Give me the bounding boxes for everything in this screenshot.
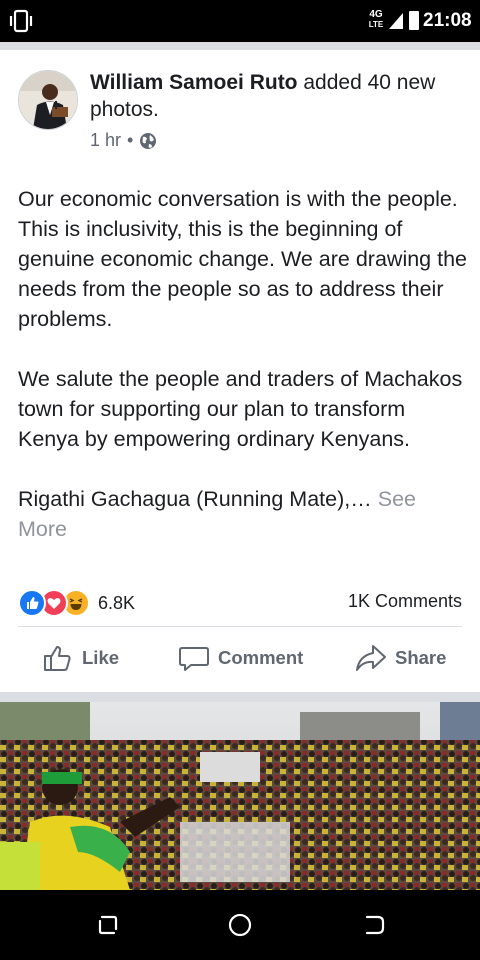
signal-icon [389, 13, 403, 29]
comment-button[interactable]: Comment [178, 642, 303, 674]
back-icon[interactable] [361, 912, 387, 938]
post-actions: Like Comment Share [0, 636, 480, 684]
post-truncated: Rigathi Gachagua (Running Mate),… See Mo… [18, 484, 468, 544]
thumbs-up-icon [44, 646, 71, 671]
feed-divider [0, 692, 480, 702]
post-header: William Samoei Ruto added 40 new photos.… [0, 50, 480, 170]
share-label: Share [395, 647, 447, 668]
post-meta: 1 hr • [90, 130, 157, 151]
network-4g: 4G [369, 9, 383, 20]
battery-icon [409, 11, 419, 30]
truncated-text: Rigathi Gachagua (Running Mate),… [18, 487, 372, 511]
like-button[interactable]: Like [42, 642, 119, 674]
vibrate-icon [9, 9, 33, 33]
status-bar: 4G LTE 21:08 [0, 0, 480, 42]
author-name[interactable]: William Samoei Ruto [90, 71, 298, 94]
globe-icon [140, 132, 157, 149]
reactions-count: 6.8K [98, 592, 136, 613]
share-button[interactable]: Share [355, 642, 446, 674]
clock: 21:08 [423, 10, 472, 31]
recent-apps-icon[interactable] [95, 912, 121, 938]
meta-separator: • [127, 130, 134, 150]
comments-count[interactable]: 1K Comments [348, 591, 462, 612]
actions-separator [18, 626, 462, 627]
share-icon [356, 645, 386, 671]
avatar-photo [19, 71, 77, 129]
like-label: Like [82, 647, 120, 668]
like-reaction-icon [18, 589, 46, 617]
avatar[interactable] [18, 70, 78, 130]
post-photo[interactable] [0, 702, 480, 890]
comment-icon [179, 647, 209, 671]
network-type: 4G LTE [367, 10, 385, 30]
rally-crowd-image [0, 702, 480, 890]
comment-label: Comment [218, 647, 304, 668]
post-time[interactable]: 1 hr [90, 130, 121, 151]
post-paragraph: Our economic conversation is with the pe… [18, 187, 468, 331]
post-body: Our economic conversation is with the pe… [18, 184, 468, 544]
post-paragraph: We salute the people and traders of Mach… [18, 367, 463, 451]
network-lte: LTE [368, 20, 384, 29]
reactions-summary[interactable]: 6.8K [18, 589, 135, 617]
post-author-line: William Samoei Ruto added 40 new photos. [90, 69, 460, 123]
home-icon[interactable] [227, 912, 253, 938]
system-nav-bar [0, 890, 480, 960]
feed-divider [0, 42, 480, 50]
